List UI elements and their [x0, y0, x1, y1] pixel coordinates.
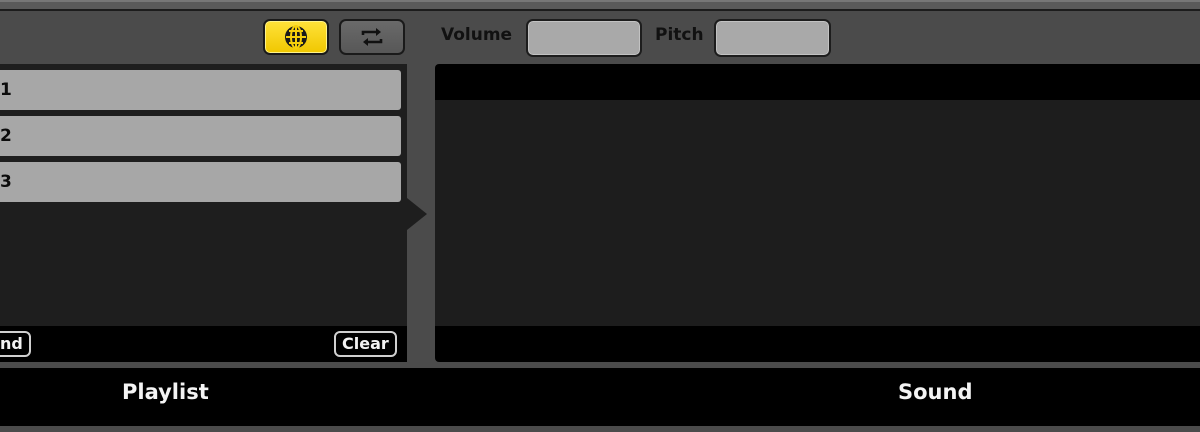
globe-button[interactable] — [263, 19, 329, 55]
sound-title: Sound — [898, 380, 973, 404]
repeat-icon — [361, 28, 383, 46]
pitch-label: Pitch — [655, 25, 704, 45]
sound-content-area — [435, 100, 1200, 326]
playlist-item[interactable]: 1 — [0, 70, 401, 110]
playlist-item[interactable]: 2 — [0, 116, 401, 156]
globe-icon — [285, 25, 307, 49]
playlist-pointer-arrow — [407, 198, 427, 230]
playlist-item[interactable]: 3 — [0, 162, 401, 202]
volume-field[interactable] — [526, 19, 642, 57]
bottom-divider — [0, 426, 1200, 432]
playlist-left-button[interactable]: nd — [0, 331, 31, 357]
clear-button[interactable]: Clear — [334, 331, 397, 357]
repeat-button[interactable] — [339, 19, 405, 55]
volume-label: Volume — [441, 25, 513, 45]
playlist-title: Playlist — [122, 380, 209, 404]
top-divider — [0, 0, 1200, 11]
pitch-field[interactable] — [714, 19, 831, 57]
